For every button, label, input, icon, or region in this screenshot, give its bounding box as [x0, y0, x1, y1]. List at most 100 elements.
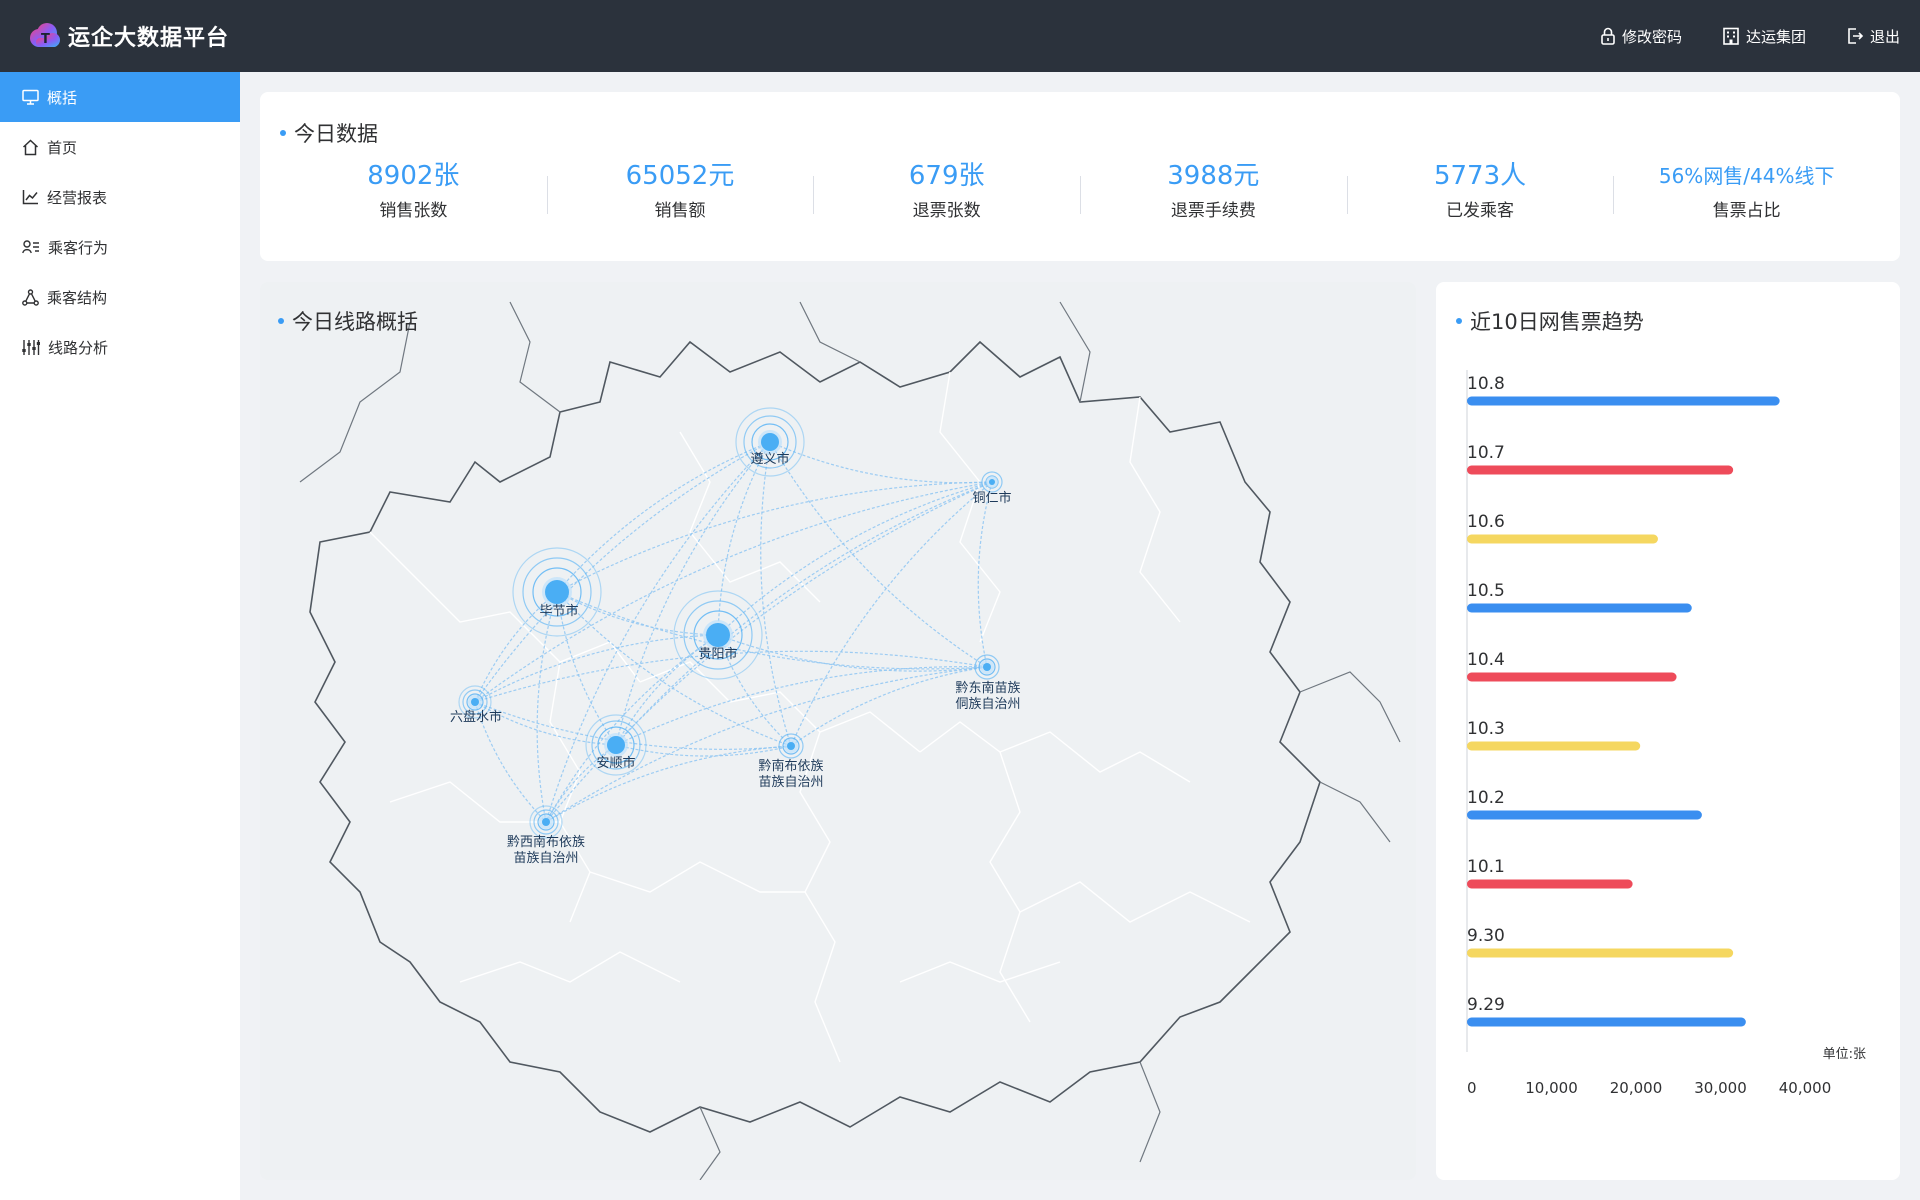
bar[interactable] — [1467, 741, 1641, 751]
stat-refund-fee: 3988元 退票手续费 — [1080, 158, 1347, 248]
sidebar-item-label: 乘客结构 — [47, 288, 108, 307]
stat-label: 销售张数 — [379, 201, 448, 221]
logout-label: 退出 — [1869, 27, 1900, 46]
city-label: 贵阳市 — [698, 646, 737, 662]
lock-icon — [1601, 27, 1615, 45]
category-label: 9.30 — [1467, 926, 1505, 946]
category-label: 10.8 — [1467, 374, 1505, 394]
change-password-label: 修改密码 — [1621, 27, 1682, 46]
city-dot — [471, 698, 479, 706]
city-dot — [787, 742, 795, 750]
card-title: 近10日网售票趋势 — [1456, 306, 1644, 336]
category-label: 10.2 — [1467, 788, 1505, 808]
x-tick-label: 30,000 — [1694, 1079, 1747, 1097]
city-node[interactable]: 遵义市 — [735, 407, 805, 477]
stat-value: 3988元 — [1167, 161, 1260, 191]
stat-value: 65052元 — [625, 161, 735, 191]
stat-sales-count: 8902张 销售张数 — [280, 158, 547, 248]
stat-value: 679张 — [908, 161, 985, 191]
x-tick-label: 20,000 — [1610, 1079, 1663, 1097]
stat-value: 5773人 — [1433, 161, 1527, 191]
route-map-card: 遵义市 铜仁市 毕节市 贵阳市 黔东南苗族 侗族自治州 六盘水市 安顺市 黔南布依族 苗族自治州黔… — [260, 282, 1416, 1180]
category-label: 10.1 — [1467, 857, 1505, 877]
sidebar-item-label: 首页 — [47, 138, 78, 157]
sidebar-item-reports[interactable]: 经营报表 — [0, 172, 240, 222]
city-label: 六盘水市 — [450, 709, 502, 725]
category-label: 10.7 — [1467, 443, 1505, 463]
city-dot — [761, 433, 779, 451]
sliders-icon — [22, 339, 40, 355]
stat-label: 售票占比 — [1712, 201, 1781, 221]
bar[interactable] — [1467, 1017, 1746, 1027]
logout-button[interactable]: 退出 — [1846, 26, 1900, 47]
category-label: 10.3 — [1467, 719, 1505, 739]
company-label: 达运集团 — [1745, 27, 1806, 46]
sidebar-item-passenger-behavior[interactable]: 乘客行为 — [0, 222, 240, 272]
category-label: 10.4 — [1467, 650, 1505, 670]
user-list-icon — [22, 240, 39, 254]
bar[interactable] — [1467, 465, 1734, 475]
city-dot — [989, 479, 995, 485]
logout-icon — [1848, 28, 1864, 44]
city-dot — [607, 736, 625, 754]
stat-refund-count: 679张 退票张数 — [813, 158, 1080, 248]
route-line — [556, 481, 993, 593]
building-icon — [1723, 27, 1739, 45]
route-line — [760, 441, 792, 747]
city-label: 毕节市 — [539, 603, 578, 619]
sidebar: 概括 首页 经营报表 乘客行为 乘客结构 线路分析 — [0, 72, 240, 1200]
route-line — [717, 441, 771, 636]
svg-text:T: T — [41, 32, 50, 47]
city-node[interactable]: 毕节市 — [512, 547, 602, 637]
sidebar-item-home[interactable]: 首页 — [0, 122, 240, 172]
route-map[interactable]: 遵义市铜仁市毕节市贵阳市黔东南苗族侗族自治州六盘水市安顺市 黔南布依族苗族自治州黔… — [260, 282, 1416, 1180]
app-logo: T 运企大数据平台 — [26, 18, 229, 54]
title-dot — [278, 318, 284, 324]
bar[interactable] — [1467, 879, 1633, 889]
city-dot — [542, 818, 550, 826]
route-line — [545, 745, 792, 823]
bar[interactable] — [1467, 396, 1780, 406]
city-dot — [706, 623, 730, 647]
stat-sales-ratio: 56%网售/44%线下 售票占比 — [1613, 158, 1880, 248]
share-icon — [22, 288, 39, 306]
sales-trend-card: 近10日网售票趋势 10.8 10.7 10.6 10.5 10.4 10.3 10.2 10… — [1436, 282, 1900, 1180]
sales-trend-chart[interactable]: 10.8 10.7 10.6 10.5 10.4 10.3 10.2 10.1 9.30 9.29… — [1436, 282, 1900, 1180]
city-label: 侗族自治州 — [955, 696, 1020, 712]
bar[interactable] — [1467, 948, 1734, 958]
map-boundaries — [299, 301, 1401, 1180]
stat-departed-passengers: 5773人 已发乘客 — [1346, 158, 1614, 248]
sidebar-item-label: 经营报表 — [47, 188, 108, 207]
city-node[interactable]: 贵阳市 — [673, 590, 763, 680]
company-button[interactable]: 达运集团 — [1722, 26, 1806, 47]
sales-trend-title: 近10日网售票趋势 — [1470, 310, 1644, 334]
category-label: 10.6 — [1467, 512, 1505, 532]
today-data-card: 今日数据 8902张 销售张数 65052元 销售额 679张 退票张数 398… — [260, 92, 1900, 261]
bar[interactable] — [1467, 603, 1692, 613]
stat-value: 8902张 — [367, 161, 460, 191]
stats-row: 8902张 销售张数 65052元 销售额 679张 退票张数 3988元 退票… — [280, 158, 1880, 248]
app-title: 运企大数据平台 — [68, 26, 230, 51]
route-line — [536, 591, 558, 823]
city-label: 黔东南苗族 — [955, 680, 1020, 696]
change-password-button[interactable]: 修改密码 — [1600, 26, 1682, 47]
city-label: 黔西南布依族 — [507, 834, 585, 850]
category-label: 9.29 — [1467, 995, 1505, 1015]
city-label: 苗族自治州 — [758, 774, 823, 790]
stat-sales-amount: 65052元 销售额 — [546, 158, 814, 248]
bar[interactable] — [1467, 672, 1677, 682]
sidebar-item-overview[interactable]: 概括 — [0, 72, 240, 122]
city-dot — [545, 580, 569, 604]
sidebar-item-route-analysis[interactable]: 线路分析 — [0, 322, 240, 372]
route-line — [769, 441, 988, 668]
sidebar-item-passenger-structure[interactable]: 乘客结构 — [0, 272, 240, 322]
cloud-logo-icon: T — [30, 23, 60, 47]
city-node[interactable]: 黔南布依族苗族自治州 — [758, 733, 824, 790]
city-label: 铜仁市 — [972, 490, 1011, 506]
home-icon — [22, 138, 39, 155]
city-node[interactable]: 黔西南布依族苗族自治州 — [507, 805, 585, 866]
bar[interactable] — [1467, 534, 1658, 544]
bar[interactable] — [1467, 810, 1702, 820]
x-tick-label: 10,000 — [1525, 1079, 1578, 1097]
unit-label: 单位:张 — [1823, 1047, 1866, 1062]
